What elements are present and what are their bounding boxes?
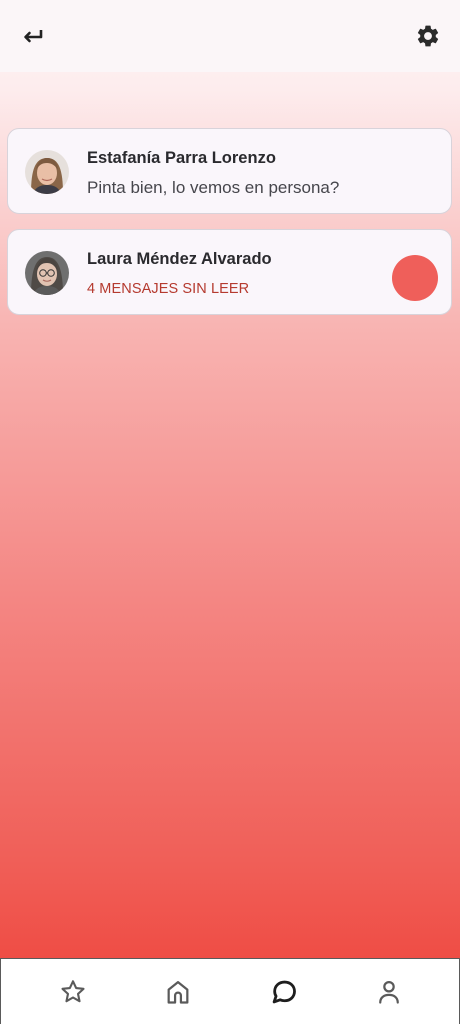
star-icon	[61, 980, 85, 1003]
home-icon	[167, 980, 189, 1004]
avatar	[25, 150, 69, 194]
unread-badge	[392, 255, 438, 301]
nav-profile[interactable]	[372, 975, 406, 1009]
avatar	[25, 251, 69, 295]
back-arrow-icon	[24, 30, 43, 43]
contact-name: Laura Méndez Alvarado	[87, 250, 272, 268]
last-message-preview: Pinta bien, lo vemos en persona?	[87, 178, 340, 197]
nav-home[interactable]	[161, 975, 195, 1009]
chat-bubble-icon	[272, 980, 296, 1004]
top-app-bar	[0, 0, 460, 72]
contact-name: Estafanía Parra Lorenzo	[87, 149, 276, 167]
conversation-card[interactable]: Laura Méndez Alvarado 4 MENSAJES SIN LEE…	[7, 229, 452, 315]
back-button[interactable]	[16, 20, 48, 52]
bottom-navigation	[0, 958, 460, 1024]
gear-icon	[417, 25, 439, 47]
unread-count-label: 4 MENSAJES SIN LEER	[87, 281, 250, 297]
nav-chats[interactable]	[267, 975, 301, 1009]
person-icon	[379, 980, 399, 1004]
settings-button[interactable]	[412, 20, 444, 52]
conversation-card[interactable]: Estafanía Parra Lorenzo Pinta bien, lo v…	[7, 128, 452, 214]
nav-favorites[interactable]	[56, 975, 90, 1009]
